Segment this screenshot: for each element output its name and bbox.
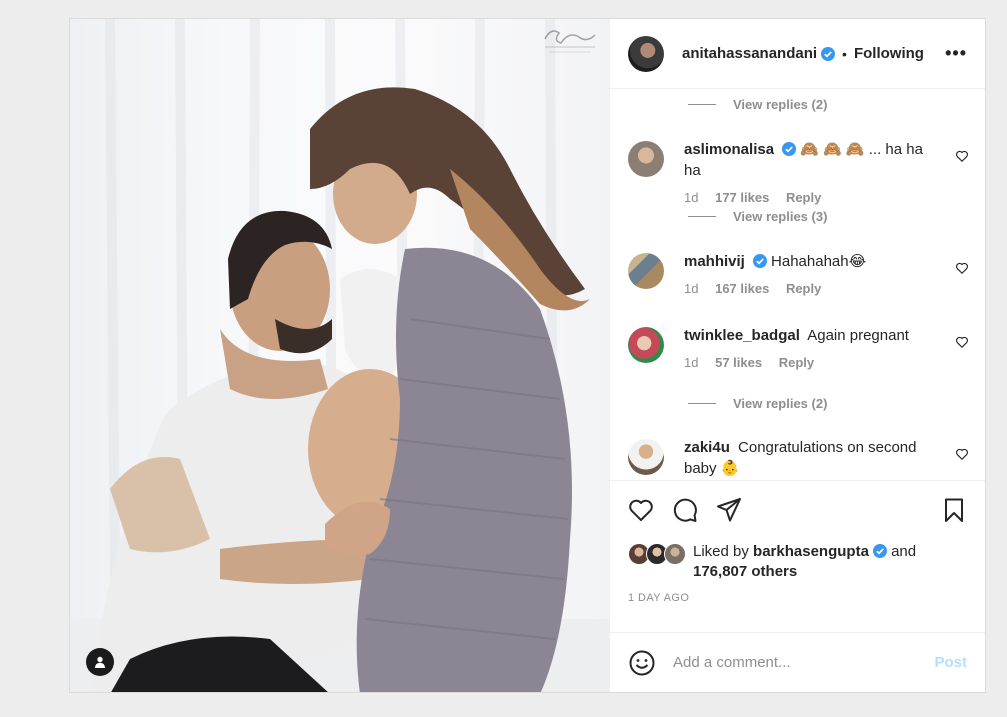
send-icon[interactable] xyxy=(715,496,743,524)
photographer-watermark xyxy=(544,30,596,53)
commenter-avatar[interactable] xyxy=(628,253,664,289)
comment-composer: Post xyxy=(610,632,985,692)
liked-by-suffix: and xyxy=(891,543,917,560)
comment-age: 1d xyxy=(684,281,699,296)
comment-body: zaki4u Congratulations on second baby 👶 xyxy=(684,437,969,479)
comment-item: aslimonalisa 🙈 🙈 🙈 ... ha ha ha 1d 177 l… xyxy=(628,139,969,205)
comment-body: mahhivij Hahahahah😂 1d 167 likes Reply xyxy=(684,251,969,296)
likes-summary: Liked by barkhasengupta and 176,807 othe… xyxy=(610,538,985,584)
replies-divider xyxy=(688,216,716,217)
view-replies-label: View replies (2) xyxy=(733,396,828,411)
comment-text-line: twinklee_badgal Again pregnant xyxy=(684,325,969,346)
post-header: anitahassanandani • Following ••• xyxy=(610,19,985,89)
view-replies-label: View replies (2) xyxy=(733,97,828,112)
smiley-icon[interactable] xyxy=(628,649,656,677)
author-username[interactable]: anitahassanandani xyxy=(682,45,817,62)
comment-body: twinklee_badgal Again pregnant 1d 57 lik… xyxy=(684,325,969,370)
commenter-avatar[interactable] xyxy=(628,439,664,475)
comment-likes[interactable]: 167 likes xyxy=(715,281,769,296)
user-icon xyxy=(94,656,106,668)
view-replies-button[interactable]: View replies (2) xyxy=(688,97,827,112)
comment-likes[interactable]: 57 likes xyxy=(715,355,762,370)
more-options-button[interactable]: ••• xyxy=(945,43,967,64)
comment-meta: 1d 167 likes Reply xyxy=(684,281,969,296)
comment-input[interactable] xyxy=(673,654,935,671)
comment-meta: 1d 177 likes Reply xyxy=(684,190,969,205)
comment-body: aslimonalisa 🙈 🙈 🙈 ... ha ha ha 1d 177 l… xyxy=(684,139,969,205)
comment-heart-icon[interactable] xyxy=(955,261,969,275)
comment-text-line: mahhivij Hahahahah😂 xyxy=(684,251,969,272)
verified-badge-icon xyxy=(752,254,767,268)
view-replies-button[interactable]: View replies (2) xyxy=(688,396,827,411)
comment-age: 1d xyxy=(684,355,699,370)
liker-avatar xyxy=(664,543,686,565)
comment-age: 1d xyxy=(684,190,699,205)
comment-likes[interactable]: 177 likes xyxy=(715,190,769,205)
author-avatar[interactable] xyxy=(628,35,664,72)
comment-heart-icon[interactable] xyxy=(955,447,969,461)
commenter-username[interactable]: twinklee_badgal xyxy=(684,327,800,344)
comment-item: twinklee_badgal Again pregnant 1d 57 lik… xyxy=(628,325,969,370)
header-separator: • xyxy=(842,45,847,62)
reply-button[interactable]: Reply xyxy=(779,355,814,370)
replies-divider xyxy=(688,403,716,404)
comment-item: zaki4u Congratulations on second baby 👶 xyxy=(628,437,969,479)
post-sidebar: anitahassanandani • Following ••• View r… xyxy=(609,19,985,692)
commenter-username[interactable]: zaki4u xyxy=(684,439,730,456)
replies-divider xyxy=(688,104,716,105)
likes-count[interactable]: 176,807 others xyxy=(693,563,797,580)
commenter-username[interactable]: mahhivij xyxy=(684,253,745,270)
comment-text-line: aslimonalisa 🙈 🙈 🙈 ... ha ha ha xyxy=(684,139,969,181)
comment-text: Again pregnant xyxy=(807,327,909,344)
verified-badge-icon xyxy=(872,544,887,558)
commenter-username[interactable]: aslimonalisa xyxy=(684,141,774,158)
verified-badge-icon xyxy=(782,142,797,156)
photo-artwork xyxy=(70,19,609,692)
action-bar xyxy=(610,480,985,538)
view-replies-label: View replies (3) xyxy=(733,209,828,224)
likes-text: Liked by barkhasengupta and 176,807 othe… xyxy=(693,542,916,582)
view-replies-button[interactable]: View replies (3) xyxy=(688,209,827,224)
liked-by-prefix: Liked by xyxy=(693,543,749,560)
comment-text: Hahahahah😂 xyxy=(771,253,867,270)
comments-list[interactable]: View replies (2) aslimonalisa 🙈 🙈 🙈 ... … xyxy=(610,89,985,480)
post-card: anitahassanandani • Following ••• View r… xyxy=(69,18,986,693)
verified-badge-icon xyxy=(821,46,836,61)
post-timestamp[interactable]: 1 DAY AGO xyxy=(610,584,985,632)
comment-heart-icon[interactable] xyxy=(955,335,969,349)
following-button[interactable]: Following xyxy=(854,45,924,62)
commenter-avatar[interactable] xyxy=(628,327,664,363)
comment-item: mahhivij Hahahahah😂 1d 167 likes Reply xyxy=(628,251,969,296)
comment-icon[interactable] xyxy=(671,496,699,524)
bookmark-icon[interactable] xyxy=(940,496,968,524)
reply-button[interactable]: Reply xyxy=(786,281,821,296)
liked-by-username[interactable]: barkhasengupta xyxy=(753,543,869,560)
comment-text-line: zaki4u Congratulations on second baby 👶 xyxy=(684,437,969,479)
tagged-users-button[interactable] xyxy=(86,648,114,676)
commenter-avatar[interactable] xyxy=(628,141,664,177)
post-button[interactable]: Post xyxy=(934,654,967,671)
reply-button[interactable]: Reply xyxy=(786,190,821,205)
comment-meta: 1d 57 likes Reply xyxy=(684,355,969,370)
post-photo[interactable] xyxy=(70,19,609,692)
liker-avatars[interactable] xyxy=(628,543,686,567)
heart-icon[interactable] xyxy=(627,496,655,524)
comment-heart-icon[interactable] xyxy=(955,149,969,163)
